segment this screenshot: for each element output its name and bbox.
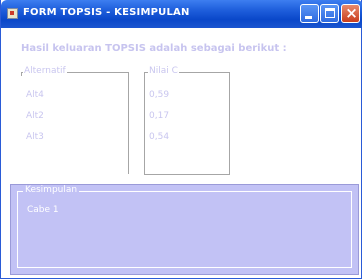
window-title: FORM TOPSIS - KESIMPULAN bbox=[23, 7, 190, 18]
column-header-nilai: Nilai C bbox=[148, 66, 179, 76]
nilai-frame-right bbox=[229, 72, 230, 174]
table-row-alternatif: Alt4 bbox=[26, 90, 44, 100]
maximize-icon bbox=[325, 8, 335, 18]
nilai-frame-left bbox=[144, 72, 145, 174]
close-button[interactable]: × bbox=[341, 4, 360, 23]
alternatif-frame-right bbox=[128, 72, 129, 174]
close-icon: × bbox=[345, 4, 358, 22]
app-window: FORM TOPSIS - KESIMPULAN × Hasil keluara… bbox=[0, 0, 362, 279]
maximize-button[interactable] bbox=[320, 4, 339, 23]
conclusion-text: Cabe 1 bbox=[27, 205, 59, 215]
minimize-button[interactable] bbox=[300, 4, 319, 23]
alternatif-frame-left bbox=[21, 72, 22, 76]
conclusion-panel: Kesimpulan Cabe 1 bbox=[10, 184, 359, 275]
nilai-frame-bottom bbox=[144, 174, 230, 175]
column-header-alternatif: Alternatif bbox=[23, 66, 67, 76]
minimize-icon bbox=[305, 16, 312, 19]
table-row-nilai: 0,59 bbox=[149, 90, 170, 100]
table-row-nilai: 0,54 bbox=[149, 132, 170, 142]
table-row-alternatif: Alt2 bbox=[26, 111, 44, 121]
result-heading: Hasil keluaran TOPSIS adalah sebagai ber… bbox=[21, 43, 287, 54]
title-bar[interactable]: FORM TOPSIS - KESIMPULAN × bbox=[1, 0, 362, 28]
table-row-nilai: 0,17 bbox=[149, 111, 170, 121]
conclusion-label: Kesimpulan bbox=[23, 185, 80, 195]
table-row-alternatif: Alt3 bbox=[26, 132, 44, 142]
conclusion-frame bbox=[17, 191, 352, 268]
app-icon[interactable] bbox=[7, 8, 18, 19]
